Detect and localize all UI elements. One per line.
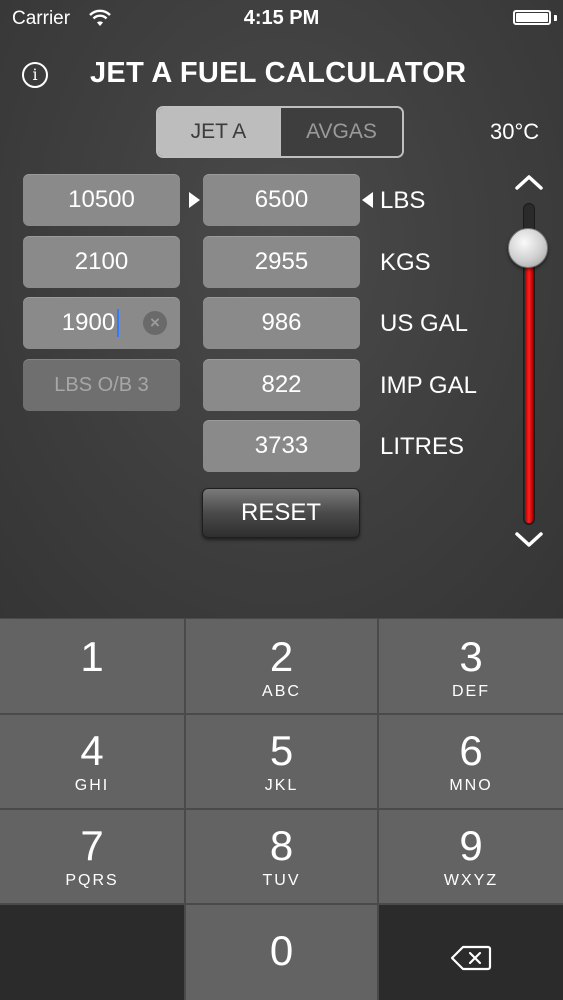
input-lbs-ob3-placeholder: LBS O/B 3 (54, 373, 149, 396)
conversion-lbs: 6500 (203, 174, 360, 226)
segment-jet-a[interactable]: JET A (158, 108, 279, 156)
input-lbs-main-value: 10500 (68, 186, 135, 213)
fuel-calculator-screen: Carrier 4:15 PM i JET A FUEL CALCULATOR … (0, 0, 563, 618)
key-6-digit: 6 (459, 727, 483, 774)
key-5-digit: 5 (269, 727, 294, 774)
key-4[interactable]: 4 GHI (0, 715, 184, 808)
key-2-digit: 2 (269, 633, 294, 680)
arrow-right-icon (189, 192, 200, 208)
key-1[interactable]: 1 (0, 619, 184, 713)
key-2[interactable]: 2 ABC (186, 619, 377, 713)
key-6-letters: MNO (449, 777, 493, 794)
key-9[interactable]: 9 WXYZ (379, 810, 563, 903)
key-7-letters: PQRS (65, 872, 119, 889)
reset-button[interactable]: RESET (202, 488, 360, 538)
backspace-icon[interactable] (450, 944, 492, 972)
battery-tip (554, 15, 557, 21)
page-title: JET A FUEL CALCULATOR (90, 57, 467, 89)
status-time: 4:15 PM (243, 7, 320, 29)
input-second-value: 2100 (74, 248, 129, 275)
key-7[interactable]: 7 PQRS (0, 810, 184, 903)
unit-lbs: LBS (380, 187, 426, 214)
segment-avgas[interactable]: AVGAS (279, 108, 402, 156)
key-5[interactable]: 5 JKL (186, 715, 377, 808)
key-4-letters: GHI (74, 777, 110, 794)
input-third-value-wrap: 1900 (61, 308, 120, 338)
fuel-type-segmented-control: JET A AVGAS (156, 106, 404, 158)
key-3-letters: DEF (452, 683, 490, 700)
input-third-value: 1900 (61, 308, 116, 336)
input-lbs-main[interactable]: 10500 (23, 174, 180, 226)
unit-imp-gal: IMP GAL (380, 372, 477, 399)
conversion-imp-gal: 822 (203, 359, 360, 411)
text-cursor (117, 309, 120, 338)
key-1-digit: 1 (80, 633, 104, 680)
unit-us-gal: US GAL (380, 310, 469, 337)
conversion-litres: 3733 (203, 420, 360, 472)
key-empty (0, 905, 184, 1000)
temperature-slider-fill (525, 249, 533, 523)
key-7-digit: 7 (80, 822, 104, 869)
conversion-imp-gal-value: 822 (261, 371, 302, 398)
battery-fill (516, 13, 548, 22)
key-2-letters: ABC (262, 683, 301, 700)
key-0-digit: 0 (269, 927, 294, 974)
chevron-up-icon[interactable] (514, 172, 544, 192)
key-0[interactable]: 0 (186, 905, 377, 1000)
key-8[interactable]: 8 TUV (186, 810, 377, 903)
key-9-letters: WXYZ (443, 872, 499, 889)
key-6[interactable]: 6 MNO (379, 715, 563, 808)
arrow-left-icon (362, 192, 373, 208)
conversion-litres-value: 3733 (254, 432, 309, 459)
conversion-us-gal: 986 (203, 297, 360, 349)
conversion-kgs-value: 2955 (254, 248, 309, 275)
battery-icon (513, 10, 551, 25)
unit-kgs: KGS (380, 249, 431, 276)
conversion-lbs-value: 6500 (254, 186, 309, 213)
key-5-letters: JKL (264, 777, 299, 794)
key-4-digit: 4 (80, 727, 104, 774)
status-bar: Carrier 4:15 PM (0, 0, 563, 40)
key-9-digit: 9 (459, 822, 483, 869)
input-lbs-ob3[interactable]: LBS O/B 3 (23, 359, 180, 411)
key-3[interactable]: 3 DEF (379, 619, 563, 713)
conversion-kgs: 2955 (203, 236, 360, 288)
numeric-keypad: 1 2 ABC 3 DEF 4 GHI 5 JKL 6 MNO 7 PQRS 8… (0, 618, 563, 1000)
unit-litres: LITRES (380, 433, 465, 460)
key-8-letters: TUV (262, 872, 301, 889)
conversion-us-gal-value: 986 (261, 309, 302, 336)
key-3-digit: 3 (459, 633, 483, 680)
info-icon[interactable]: i (22, 62, 48, 88)
key-8-digit: 8 (269, 822, 294, 869)
temperature-label: 30°C (490, 119, 540, 144)
clear-icon[interactable]: × (143, 311, 167, 335)
temperature-slider-knob[interactable] (508, 228, 548, 269)
chevron-down-icon[interactable] (514, 530, 544, 550)
input-second[interactable]: 2100 (23, 236, 180, 288)
